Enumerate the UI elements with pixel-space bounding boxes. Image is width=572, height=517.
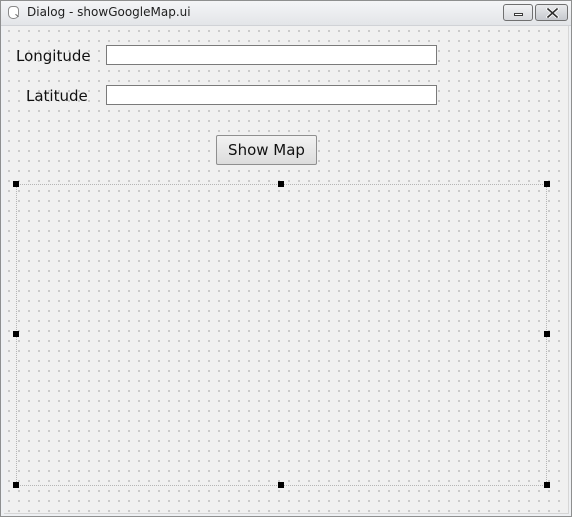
- selection-handle-bottom-center[interactable]: [278, 482, 284, 488]
- latitude-input[interactable]: [106, 85, 437, 105]
- latitude-label: Latitude: [26, 87, 88, 105]
- minimize-icon: [514, 13, 523, 16]
- selection-handle-middle-left[interactable]: [13, 331, 19, 337]
- map-view-widget[interactable]: [16, 184, 547, 486]
- title-bar[interactable]: Dialog - showGoogleMap.ui: [1, 1, 571, 26]
- selection-handle-top-right[interactable]: [544, 181, 550, 187]
- dialog-window: Dialog - showGoogleMap.ui Longitude Lati…: [0, 0, 572, 517]
- selection-handle-bottom-left[interactable]: [13, 482, 19, 488]
- show-map-button[interactable]: Show Map: [216, 135, 317, 165]
- minimize-button[interactable]: [503, 4, 533, 21]
- close-icon: [546, 8, 559, 18]
- qt-designer-icon: [8, 6, 19, 19]
- selection-handle-top-left[interactable]: [13, 181, 19, 187]
- longitude-input[interactable]: [106, 45, 437, 65]
- longitude-label: Longitude: [16, 47, 91, 65]
- selection-handle-top-center[interactable]: [278, 181, 284, 187]
- selection-handle-middle-right[interactable]: [544, 331, 550, 337]
- selection-handle-bottom-right[interactable]: [544, 482, 550, 488]
- close-button[interactable]: [535, 4, 568, 21]
- window-title: Dialog - showGoogleMap.ui: [27, 5, 191, 19]
